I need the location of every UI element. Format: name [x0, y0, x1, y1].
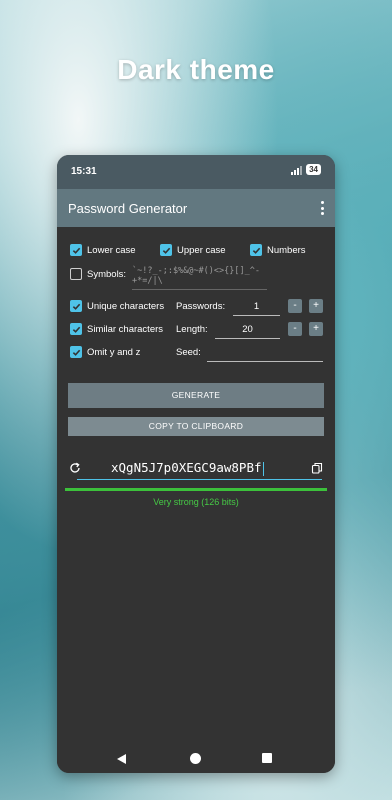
status-icons: 34	[291, 164, 321, 175]
password-output-row: xQgN5J7p0XEGC9aw8PBf	[65, 459, 327, 481]
home-icon[interactable]	[190, 753, 201, 764]
checkbox-checked-icon	[70, 244, 82, 256]
checkbox-checked-icon	[250, 244, 262, 256]
similar-characters-label: Similar characters	[87, 323, 164, 335]
checkbox-checked-icon	[70, 323, 82, 335]
unique-characters-label: Unique characters	[87, 300, 165, 312]
password-output[interactable]: xQgN5J7p0XEGC9aw8PBf	[111, 460, 291, 476]
generator-form: Lower case Upper case Numbers Symbols: `…	[57, 227, 335, 745]
passwords-decrement-button[interactable]: -	[288, 299, 302, 313]
promo-headline: Dark theme	[117, 54, 275, 85]
passwords-increment-button[interactable]: +	[309, 299, 323, 313]
back-icon[interactable]	[117, 754, 126, 764]
recents-icon[interactable]	[262, 753, 272, 763]
app-bar: Password Generator	[57, 189, 335, 227]
text-cursor	[262, 461, 264, 476]
password-text: xQgN5J7p0XEGC9aw8PBf	[111, 460, 262, 475]
navigation-bar	[57, 745, 335, 773]
omit-y-and-z-label: Omit y and z	[87, 346, 141, 358]
status-time: 15:31	[71, 166, 97, 177]
status-bar: 15:31 34	[57, 155, 335, 189]
refresh-icon[interactable]	[69, 462, 81, 474]
lower-case-checkbox[interactable]: Lower case	[70, 244, 136, 256]
omit-y-and-z-checkbox[interactable]: Omit y and z	[70, 346, 140, 358]
checkbox-checked-icon	[70, 346, 82, 358]
numbers-checkbox[interactable]: Numbers	[250, 244, 306, 256]
length-label: Length:	[176, 324, 208, 335]
length-decrement-button[interactable]: -	[288, 322, 302, 336]
seed-input[interactable]	[207, 347, 323, 362]
numbers-label: Numbers	[267, 244, 306, 256]
lower-case-label: Lower case	[87, 244, 136, 256]
upper-case-label: Upper case	[177, 244, 226, 256]
generate-button[interactable]: GENERATE	[68, 383, 324, 408]
symbols-label: Symbols:	[87, 268, 127, 280]
copy-to-clipboard-button[interactable]: COPY TO CLIPBOARD	[68, 417, 324, 436]
app-title: Password Generator	[68, 201, 188, 216]
copy-icon[interactable]	[311, 462, 323, 474]
overflow-menu-icon[interactable]	[317, 201, 327, 215]
unique-characters-checkbox[interactable]: Unique characters	[70, 300, 164, 312]
length-input[interactable]: 20	[215, 324, 280, 339]
checkbox-checked-icon	[70, 300, 82, 312]
checkbox-checked-icon	[160, 244, 172, 256]
checkbox-unchecked-icon	[70, 268, 82, 280]
phone-screen: 15:31 34 Password Generator Lower case U…	[57, 155, 335, 773]
upper-case-checkbox[interactable]: Upper case	[160, 244, 226, 256]
symbols-checkbox[interactable]: Symbols:	[70, 268, 126, 280]
passwords-count-input[interactable]: 1	[233, 301, 280, 316]
password-underline	[77, 479, 322, 480]
strength-label: Very strong (126 bits)	[153, 497, 239, 507]
symbols-input[interactable]: `~!?_-;:$%&@~#()<>{}[]_^-+*=/|\	[132, 266, 267, 290]
passwords-label: Passwords:	[176, 301, 226, 312]
signal-icon	[291, 165, 303, 175]
strength-bar	[65, 488, 327, 491]
length-increment-button[interactable]: +	[309, 322, 323, 336]
similar-characters-checkbox[interactable]: Similar characters	[70, 323, 163, 335]
seed-label: Seed:	[176, 347, 201, 358]
battery-icon: 34	[306, 164, 321, 175]
